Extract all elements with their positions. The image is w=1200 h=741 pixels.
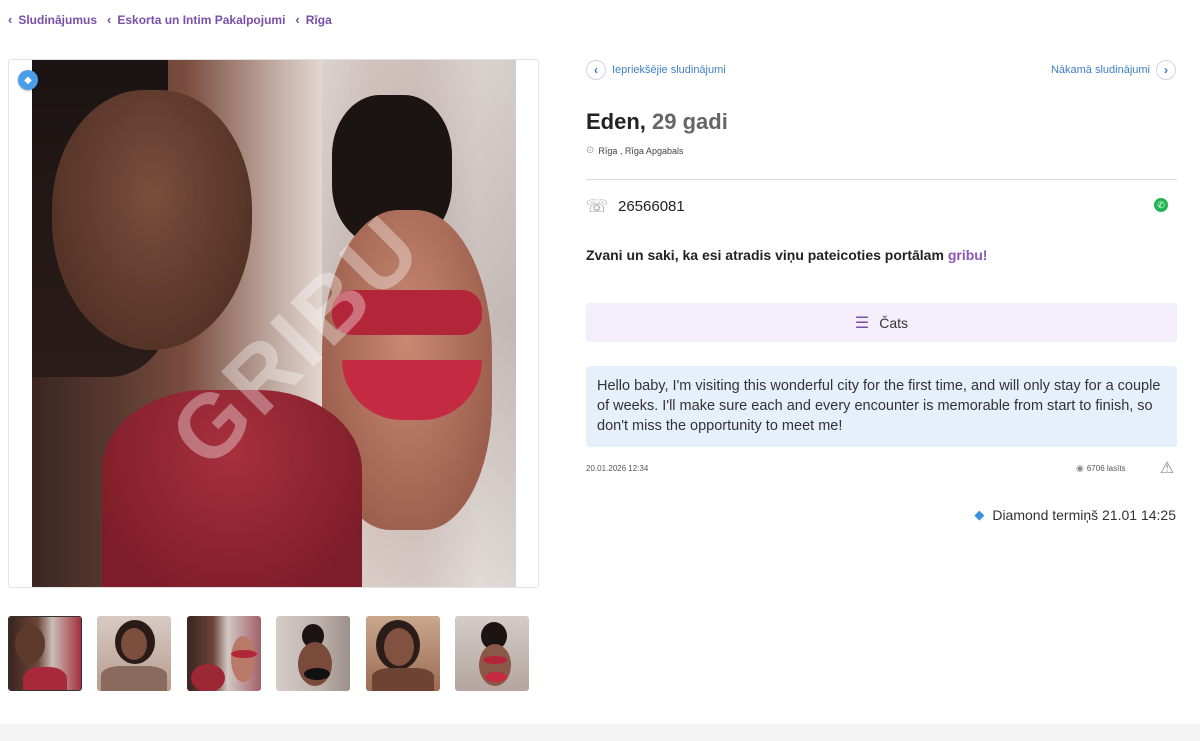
next-listing-label: Nākamā sludinājumi [1050,64,1150,76]
chat-button[interactable]: ☰ Čats [586,303,1177,342]
phone-icon: ☏ [585,195,609,216]
main-photo[interactable]: GRIBU [32,60,516,587]
prev-listing-link[interactable]: ‹ Iepriekšējie sludinājumi [586,60,726,80]
location-pin-icon: ⊙ [586,145,595,156]
diamond-badge-icon: ◆ [18,70,38,90]
thumbnail-strip [8,616,537,692]
main-photo-frame[interactable]: GRIBU [8,59,539,588]
chat-button-label: Čats [879,314,909,331]
view-count: ◉ 6706 lasīts [1076,463,1126,474]
thumbnail[interactable] [455,616,530,691]
location-separator: , [617,145,625,156]
photo-face [52,90,252,350]
location-city[interactable]: Rīga [598,146,617,156]
divider [586,179,1177,180]
footer-band [0,724,1200,741]
report-warning-icon[interactable]: ⚠ [1157,458,1177,478]
next-listing-link[interactable]: Nākamā sludinājumi › [1051,60,1176,80]
breadcrumb-item-eskorta[interactable]: ‹ Eskorta un Intim Pakalpojumi [107,12,285,27]
chevron-right-icon: › [1156,60,1176,80]
breadcrumb-item-sludinajumus[interactable]: ‹ Sludinājumus [8,12,97,27]
breadcrumb-item-riga[interactable]: ‹ Rīga [295,12,331,27]
chevron-left-icon: ‹ [107,12,112,27]
thumbnail[interactable] [186,616,261,691]
diamond-term-label: Diamond termiņš 21.01 14:25 [992,507,1176,523]
listing-name: Eden, [586,109,646,134]
call-prompt-text: Zvani un saki, ka esi atradis viņu patei… [586,247,944,263]
chevron-left-icon: ‹ [586,60,606,80]
view-count-label: 6706 lasīts [1086,464,1126,473]
thumbnail[interactable] [8,616,82,691]
breadcrumb-label: Sludinājumus [18,12,98,27]
phone-number[interactable]: 26566081 [618,198,685,215]
breadcrumb-label: Rīga [305,12,332,27]
thumbnail[interactable] [97,616,172,691]
listing-title: Eden, 29 gadi [586,109,728,135]
call-prompt: Zvani un saki, ka esi atradis viņu patei… [586,247,987,263]
listing-date: 20.01.2026 12:34 [586,464,649,473]
thumbnail[interactable] [365,616,440,691]
chevron-left-icon: ‹ [8,12,13,27]
listing-location: ⊙ Rīga , Rīga Apgabals [586,145,683,156]
brand-link[interactable]: gribu! [948,247,988,263]
prev-listing-label: Iepriekšējie sludinājumi [612,64,726,76]
chevron-left-icon: ‹ [295,12,300,27]
eye-icon: ◉ [1076,463,1084,473]
chat-icon: ☰ [854,314,870,332]
breadcrumb-label: Eskorta un Intim Pakalpojumi [117,12,286,27]
location-region[interactable]: Rīga Apgabals [625,146,684,156]
diamond-icon: ◆ [974,507,985,522]
listing-description: Hello baby, I'm visiting this wonderful … [586,366,1177,447]
diamond-term: ◆ Diamond termiņš 21.01 14:25 [974,507,1176,523]
phone-number-row[interactable]: ☏ 26566081 [586,195,685,217]
thumbnail[interactable] [276,616,351,691]
whatsapp-icon[interactable]: ✆ [1154,198,1168,212]
listing-age: 29 gadi [652,109,728,134]
breadcrumb: ‹ Sludinājumus ‹ Eskorta un Intim Pakalp… [8,12,342,27]
